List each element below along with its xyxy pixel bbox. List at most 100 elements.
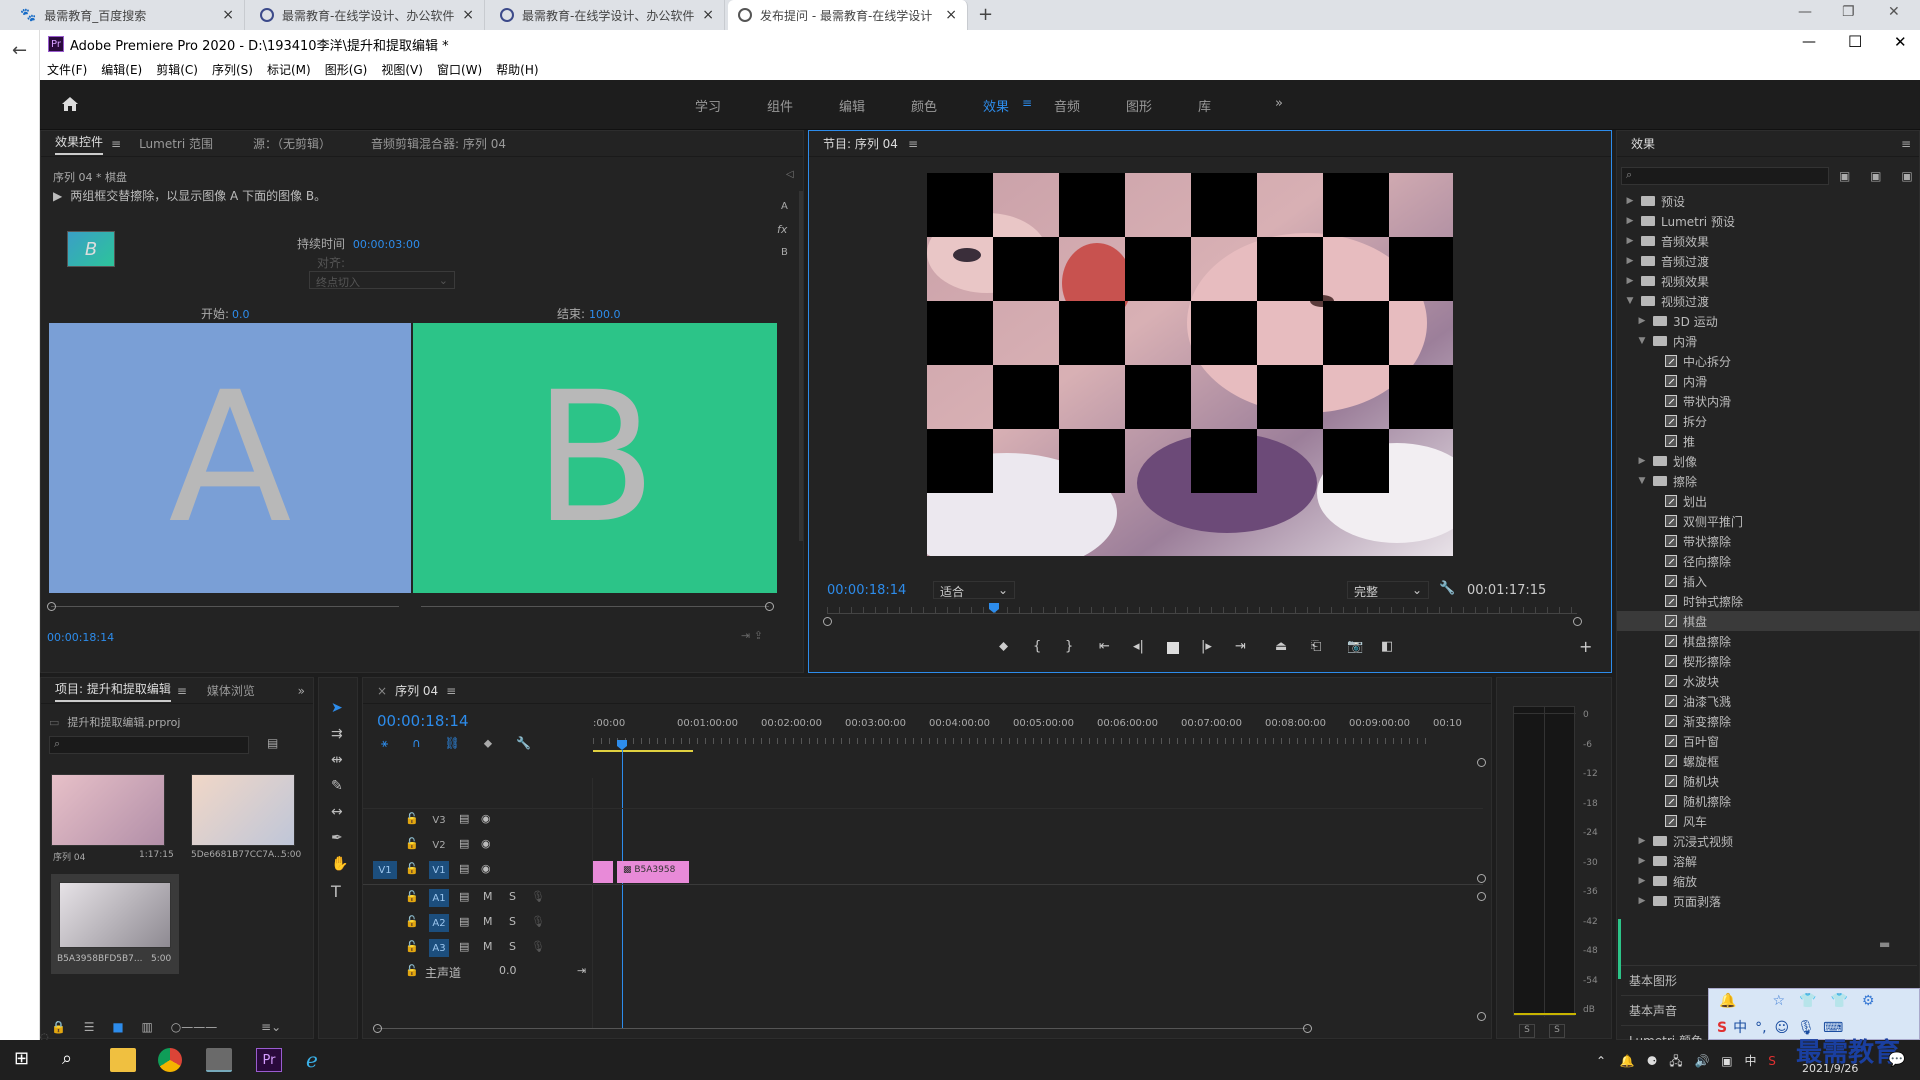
- zoom-handle-right[interactable]: [1573, 617, 1582, 626]
- end-slider[interactable]: [421, 606, 769, 607]
- start-value[interactable]: 0.0: [232, 308, 250, 321]
- timeline-clip[interactable]: [593, 861, 613, 883]
- add-button-icon[interactable]: +: [1579, 637, 1592, 656]
- eye-icon[interactable]: ◉: [481, 837, 491, 850]
- mark-out-icon[interactable]: }: [1065, 639, 1073, 654]
- mute-button[interactable]: M: [483, 915, 493, 928]
- lock-icon[interactable]: 🔓: [405, 812, 419, 825]
- tray-app-icon[interactable]: ▣: [1721, 1054, 1732, 1068]
- timeline-clip[interactable]: ▩ B5A3958: [617, 861, 689, 883]
- folder-icon[interactable]: ▤: [267, 736, 278, 750]
- quality-dropdown[interactable]: 完整 ⌄: [1347, 581, 1429, 599]
- effect-folder[interactable]: ▶ 缩放: [1617, 871, 1920, 891]
- lock-icon[interactable]: 🔓: [405, 915, 419, 928]
- chevron-right-icon[interactable]: ▶: [1637, 876, 1647, 886]
- chevron-right-icon[interactable]: ▶: [1637, 316, 1647, 326]
- ime-mode[interactable]: 中: [1733, 1020, 1747, 1036]
- premiere-taskbar-icon[interactable]: Pr: [256, 1048, 282, 1072]
- emoji-icon[interactable]: ☺: [1775, 1020, 1790, 1036]
- effect-item[interactable]: 带状擦除: [1617, 531, 1920, 551]
- menu-view[interactable]: 视图(V): [381, 61, 423, 78]
- effect-item[interactable]: 双侧平推门: [1617, 511, 1920, 531]
- lock-icon[interactable]: 🔓: [405, 837, 419, 850]
- settings-icon[interactable]: ⚙: [1862, 993, 1875, 1009]
- sync-icon[interactable]: ▤: [459, 862, 469, 875]
- step-forward-icon[interactable]: |▸: [1201, 639, 1212, 654]
- play-transition-icon[interactable]: ▶: [53, 189, 62, 203]
- solo-button[interactable]: S: [509, 940, 516, 953]
- tab-lumetri-scopes[interactable]: Lumetri 范围: [139, 135, 213, 152]
- effect-item[interactable]: 划出: [1617, 491, 1920, 511]
- effect-folder[interactable]: ▶ 页面剥落: [1617, 891, 1920, 911]
- align-dropdown[interactable]: 终点切入 ⌄: [309, 271, 455, 289]
- menu-help[interactable]: 帮助(H): [496, 61, 538, 78]
- star-icon[interactable]: ☆: [1772, 993, 1785, 1009]
- project-search-input[interactable]: ⌕: [49, 736, 249, 754]
- zoom-handle-left[interactable]: [823, 617, 832, 626]
- menu-graphics[interactable]: 图形(G): [325, 61, 368, 78]
- sequence-tab[interactable]: 序列 04: [395, 682, 438, 699]
- ime-tray-icon[interactable]: 中: [1744, 1054, 1756, 1068]
- effect-item[interactable]: 随机块: [1617, 771, 1920, 791]
- hand-tool-icon[interactable]: ✋: [331, 856, 348, 872]
- menu-file[interactable]: 文件(F): [47, 61, 87, 78]
- effect-folder[interactable]: ▼ 视频过渡: [1617, 291, 1920, 311]
- go-to-out-icon[interactable]: ⇥: [1235, 639, 1246, 654]
- effect-folder[interactable]: ▶ 划像: [1617, 451, 1920, 471]
- effect-folder[interactable]: ▼ 擦除: [1617, 471, 1920, 491]
- close-tab-icon[interactable]: ×: [462, 7, 474, 23]
- effect-folder[interactable]: ▶ 音频过渡: [1617, 251, 1920, 271]
- solo-left-button[interactable]: S: [1519, 1024, 1535, 1038]
- effect-folder[interactable]: ▶ 溶解: [1617, 851, 1920, 871]
- chevron-down-icon[interactable]: ▼: [1637, 476, 1647, 486]
- windows-start-icon[interactable]: ⊞: [14, 1048, 40, 1072]
- effect-folder[interactable]: ▶ Lumetri 预设: [1617, 211, 1920, 231]
- browser-tab[interactable]: 最需教育-在线学设计、办公软件 ×: [250, 0, 485, 30]
- go-to-end-icon[interactable]: ⇥: [577, 964, 586, 977]
- chevron-right-icon[interactable]: ▶: [1625, 216, 1635, 226]
- ripple-edit-icon[interactable]: ⇹: [331, 752, 343, 768]
- freeform-view-icon[interactable]: ▥: [142, 1020, 153, 1034]
- effects-scrollbar[interactable]: [1618, 919, 1621, 979]
- sort-icon[interactable]: ≡⌄: [261, 1020, 281, 1034]
- zoom-slider[interactable]: ○———: [171, 1020, 217, 1034]
- new-bin-icon[interactable]: ▬: [1879, 937, 1890, 951]
- effect-item[interactable]: 中心拆分: [1617, 351, 1920, 371]
- export-icon[interactable]: ⇥ ⇪: [741, 629, 763, 642]
- eye-icon[interactable]: ◉: [481, 862, 491, 875]
- hscroll-handle[interactable]: [373, 1024, 382, 1033]
- timeline-playhead[interactable]: [617, 740, 627, 750]
- razor-icon[interactable]: ✎: [331, 778, 343, 794]
- effect-folder[interactable]: ▼ 内滑: [1617, 331, 1920, 351]
- end-value[interactable]: 100.0: [589, 308, 621, 321]
- chevron-down-icon[interactable]: ▼: [1625, 296, 1635, 306]
- hscroll-handle[interactable]: [1303, 1024, 1312, 1033]
- browser-tab[interactable]: 🐾 最需教育_百度搜索 ×: [10, 0, 245, 30]
- lock-icon[interactable]: 🔒: [51, 1020, 66, 1034]
- effect-folder[interactable]: ▶ 视频效果: [1617, 271, 1920, 291]
- lock-icon[interactable]: 🔓: [405, 862, 419, 875]
- bell-icon[interactable]: 🔔: [1719, 993, 1736, 1009]
- effect-item[interactable]: 拆分: [1617, 411, 1920, 431]
- sync-icon[interactable]: ▤: [459, 890, 469, 903]
- icon-view-icon[interactable]: ■: [112, 1020, 123, 1034]
- project-item-thumbnail[interactable]: [51, 774, 165, 846]
- nest-icon[interactable]: ⚹: [381, 736, 388, 750]
- sync-icon[interactable]: ▤: [459, 915, 469, 928]
- menu-sequence[interactable]: 序列(S): [212, 61, 253, 78]
- source-patch-v1[interactable]: V1: [373, 861, 397, 879]
- start-slider[interactable]: [51, 606, 399, 607]
- effects-search-input[interactable]: ⌕: [1621, 167, 1829, 185]
- chevron-right-icon[interactable]: ▶: [1625, 196, 1635, 206]
- duration-value[interactable]: 00:00:03:00: [353, 238, 420, 251]
- effect-folder[interactable]: ▶ 音频效果: [1617, 231, 1920, 251]
- project-item-selected[interactable]: B5A3958BFD5B7... 5:00: [51, 874, 179, 974]
- section-essential-graphics[interactable]: 基本图形: [1621, 965, 1917, 989]
- mic-icon[interactable]: 🎙: [531, 915, 545, 928]
- add-marker-icon[interactable]: ⬥: [999, 639, 1008, 654]
- yuv-effects-icon[interactable]: ▣: [1901, 169, 1912, 183]
- tray-app-icon[interactable]: ⚈: [1647, 1054, 1658, 1068]
- snap-icon[interactable]: ∩: [412, 736, 421, 750]
- close-tab-icon[interactable]: ×: [702, 7, 714, 23]
- workspace-editing[interactable]: 编辑: [839, 96, 865, 115]
